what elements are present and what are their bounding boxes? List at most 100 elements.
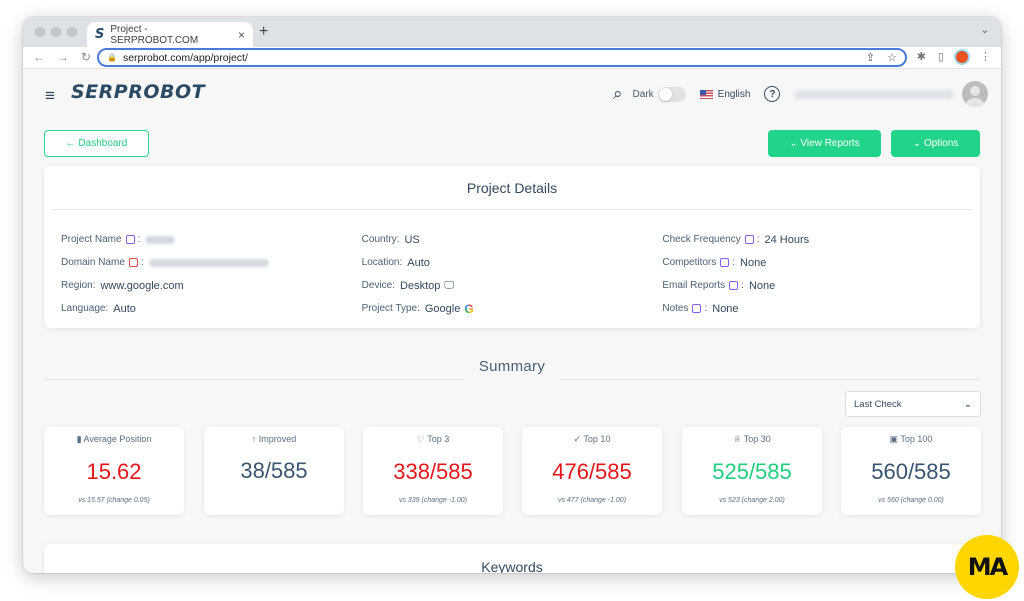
details-column: Country: US Location: Auto Device: Desktop 🖵 Pr… <box>362 228 663 320</box>
detail-value: Auto <box>407 256 430 269</box>
stat-card-top-10: ✓ Top 10 476/585 vs 477 (change -1.00) <box>522 427 662 515</box>
browser-menu-icon[interactable]: ⋮ <box>980 50 991 63</box>
stat-value: 338/585 <box>393 459 473 484</box>
reload-icon[interactable]: ↻ <box>81 50 91 64</box>
edit-icon[interactable] <box>744 235 754 244</box>
stat-card-improved: ↑ Improved 38/585 <box>204 427 344 515</box>
edit-icon[interactable] <box>692 304 702 313</box>
tab-search-chevron-icon[interactable]: ⌄ <box>981 25 989 36</box>
serprobot-logo[interactable]: SERPROBOT <box>71 81 205 103</box>
detail-label: Domain Name <box>61 257 125 268</box>
browser-window: S Project - SERPROBOT.COM × + ⌄ ← → ↻ 🔒 … <box>23 17 1001 573</box>
help-icon[interactable]: ? <box>764 86 781 102</box>
serprobot-favicon-icon: S <box>95 27 105 42</box>
extensions-icon[interactable]: ✱ <box>917 50 926 63</box>
detail-label: Competitors <box>662 257 717 268</box>
period-select-value: Last Check <box>854 398 902 410</box>
profile-avatar-icon[interactable] <box>956 50 968 63</box>
header-controls: ⌕ Dark English ? <box>613 81 989 107</box>
maximize-window-button[interactable] <box>67 27 77 37</box>
browser-toolbar: ← → ↻ 🔒 serprobot.com/app/project/ ⇪ ☆ ✱… <box>23 47 1001 69</box>
stat-card-top-100: ▣ Top 100 560/585 vs 560 (change 0.00) <box>841 427 981 515</box>
edit-icon[interactable] <box>125 235 135 244</box>
share-icon[interactable]: ⇪ <box>866 51 875 64</box>
minimize-window-button[interactable] <box>51 27 61 37</box>
colon: : <box>137 234 141 245</box>
details-column: Check Frequency:24 Hours Competitors: None… <box>662 228 963 320</box>
language-selector[interactable]: English <box>718 89 751 100</box>
stat-value: 476/585 <box>552 459 632 484</box>
summary-title: Summary <box>478 358 546 375</box>
url-text[interactable]: serprobot.com/app/project/ <box>123 52 854 64</box>
edit-icon[interactable] <box>720 258 730 267</box>
search-icon[interactable]: ⌕ <box>613 84 623 104</box>
detail-value: None <box>712 302 739 315</box>
stat-value: 560/585 <box>871 459 951 484</box>
stat-label: ✓ Top 10 <box>522 434 662 445</box>
detail-label: Project Name <box>61 234 122 245</box>
tab-bar: S Project - SERPROBOT.COM × + ⌄ <box>23 17 1001 47</box>
detail-row: Language: Auto <box>61 297 362 320</box>
user-email-blurred[interactable] <box>794 89 955 99</box>
heart-icon: ♡ <box>416 434 425 444</box>
check-icon: ✓ <box>573 434 582 444</box>
award-icon: ♕ <box>733 434 742 444</box>
stat-compare: vs 339 (change -1.00) <box>398 497 468 504</box>
stat-label-text: Improved <box>258 434 297 444</box>
new-tab-button[interactable]: + <box>259 23 268 41</box>
colon: : <box>704 303 708 314</box>
arrow-up-icon: ↑ <box>251 434 257 444</box>
edit-icon[interactable] <box>729 281 739 290</box>
close-tab-icon[interactable]: × <box>238 28 245 42</box>
stat-label: ▮ Average Position <box>44 434 184 445</box>
stat-compare: vs 477 (change -1.00) <box>557 497 627 504</box>
stat-value: 38/585 <box>240 458 308 483</box>
browser-tab[interactable]: S Project - SERPROBOT.COM × <box>87 22 253 47</box>
detail-row: Domain Name: <box>61 251 362 274</box>
dark-mode-toggle[interactable] <box>657 86 686 102</box>
close-window-button[interactable] <box>35 27 45 37</box>
user-avatar[interactable] <box>962 81 989 107</box>
dark-mode-label: Dark <box>632 88 654 100</box>
back-icon[interactable]: ← <box>33 50 45 64</box>
detail-value: None <box>748 279 776 292</box>
external-link-icon[interactable] <box>128 258 138 267</box>
stat-label: ↑ Improved <box>204 434 344 444</box>
detail-value: Auto <box>113 302 136 315</box>
stat-label: ♡ Top 3 <box>363 434 503 445</box>
bookmark-star-icon[interactable]: ☆ <box>887 51 897 64</box>
detail-row: Project Type: Google G <box>362 297 663 320</box>
detail-label: Device: <box>361 280 396 291</box>
detail-row: Location: Auto <box>362 251 663 274</box>
keywords-title: Keywords <box>481 559 543 573</box>
blurred-value <box>145 235 176 244</box>
view-reports-button[interactable]: ⌄ View Reports <box>768 130 881 157</box>
keywords-card: Keywords <box>44 544 988 573</box>
detail-value: None <box>740 256 767 269</box>
stat-compare: vs 523 (change 2.00) <box>719 497 785 504</box>
address-bar[interactable]: 🔒 serprobot.com/app/project/ ⇪ ☆ <box>97 48 907 67</box>
detail-value: www.google.com <box>100 279 184 292</box>
detail-row: Email Reports: None <box>662 274 963 297</box>
dashboard-button[interactable]: ← Dashboard <box>44 130 149 157</box>
details-column: Project Name: Domain Name: Region: www.goog… <box>61 228 362 320</box>
detail-label: Check Frequency <box>662 234 741 245</box>
colon: : <box>140 257 144 268</box>
window-controls[interactable] <box>35 27 77 37</box>
stat-value: 15.62 <box>86 459 142 484</box>
chevron-down-icon: ⌄ <box>964 398 972 410</box>
tab-title: Project - SERPROBOT.COM <box>110 23 199 46</box>
stat-card-top-30: ♕ Top 30 525/585 vs 523 (change 2.00) <box>682 427 822 515</box>
blurred-value <box>148 258 269 267</box>
period-select[interactable]: Last Check ⌄ <box>845 391 981 417</box>
detail-label: Notes <box>662 303 689 314</box>
hamburger-menu-icon[interactable]: ≡ <box>45 86 55 106</box>
options-button[interactable]: ⌄ Options <box>891 130 980 157</box>
monitor-icon: 🖵 <box>444 280 455 291</box>
stat-label-text: Average Position <box>83 434 152 444</box>
stat-label-text: Top 30 <box>743 434 771 444</box>
detail-row: Competitors: None <box>662 251 963 274</box>
side-panel-icon[interactable]: ▯ <box>938 50 944 63</box>
bar-chart-icon: ▮ <box>76 434 82 444</box>
forward-icon[interactable]: → <box>57 50 69 64</box>
